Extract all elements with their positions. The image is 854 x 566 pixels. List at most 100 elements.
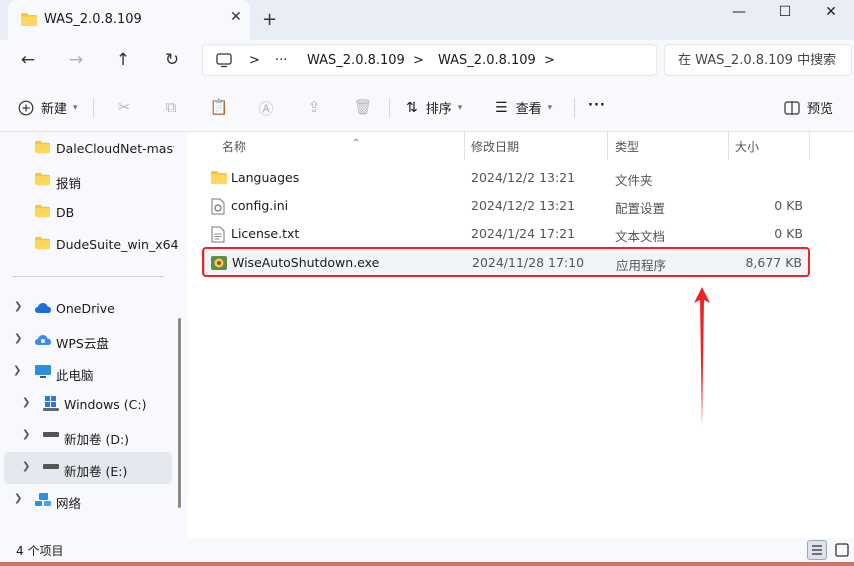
tiles-view-button[interactable]	[832, 540, 852, 560]
more-options-button[interactable]: ···	[588, 98, 606, 113]
nav-item-network[interactable]: ❯ 网络	[4, 484, 172, 516]
share-icon[interactable]: ⇪	[304, 98, 324, 116]
windows-drive-icon	[43, 396, 59, 411]
command-bar: 新建 ▾ ✂ ⧉ 📋 Ⓐ ⇪ 🗑 ⇅ 排序 ▾ ☰ 查看 ▾ ··· 预览	[0, 84, 854, 132]
copy-icon[interactable]: ⧉	[161, 98, 181, 116]
file-size: 0 KB	[774, 198, 803, 213]
monitor-icon	[216, 53, 232, 68]
column-header-name[interactable]: ⌃ 名称	[204, 132, 464, 160]
divider	[574, 98, 575, 118]
close-window-button[interactable]: ✕	[808, 0, 854, 28]
title-bar: WAS_2.0.8.109 ✕ + — ☐ ✕	[0, 0, 854, 40]
column-header-size[interactable]: 大小	[729, 132, 809, 160]
nav-item-reimbursement[interactable]: 报销	[4, 164, 172, 196]
chevron-right-icon[interactable]: ❯	[22, 461, 30, 472]
chevron-right-icon[interactable]: ❯	[14, 301, 22, 312]
nav-label: OneDrive	[56, 301, 115, 316]
maximize-button[interactable]: ☐	[762, 0, 808, 28]
chevron-right-icon[interactable]: ❯	[22, 429, 30, 440]
breadcrumb-ellipsis[interactable]: ···	[275, 53, 287, 68]
column-header-type[interactable]: 类型	[608, 132, 728, 160]
tab-was[interactable]: WAS_2.0.8.109 ✕	[8, 0, 250, 40]
new-button[interactable]: 新建 ▾	[18, 98, 78, 117]
nav-label: 新加卷 (E:)	[64, 464, 128, 479]
search-box[interactable]	[664, 44, 852, 76]
file-row[interactable]: License.txt 2024/1/24 17:21 文本文档 0 KB	[204, 220, 809, 248]
nav-label: 此电脑	[56, 368, 94, 383]
nav-label: DudeSuite_win_x64	[56, 237, 179, 252]
address-bar[interactable]: > ··· WAS_2.0.8.109 > WAS_2.0.8.109 >	[202, 44, 657, 76]
network-icon	[35, 493, 51, 506]
divider	[12, 276, 164, 277]
annotation-highlight-box	[202, 247, 810, 277]
folder-icon	[35, 172, 50, 186]
file-name: License.txt	[231, 226, 300, 241]
nav-item-drive-d[interactable]: ❯ 新加卷 (D:)	[4, 420, 172, 452]
minimize-button[interactable]: —	[716, 0, 762, 28]
preview-button[interactable]: 预览	[784, 98, 833, 117]
back-button[interactable]: ←	[16, 50, 40, 70]
up-button[interactable]: ↑	[111, 50, 135, 70]
file-date: 2024/12/2 13:21	[471, 198, 576, 213]
breadcrumb-item-2[interactable]: WAS_2.0.8.109	[438, 53, 536, 68]
tab-close-button[interactable]: ✕	[230, 9, 242, 25]
nav-item-db[interactable]: DB	[4, 196, 172, 228]
nav-item-drive-e[interactable]: ❯ 新加卷 (E:)	[4, 452, 172, 484]
nav-scrollbar[interactable]	[178, 318, 181, 508]
paste-icon[interactable]: 📋	[209, 98, 229, 116]
nav-item-dudesuite[interactable]: DudeSuite_win_x64	[4, 228, 179, 260]
nav-item-this-pc[interactable]: ❯ 此电脑	[4, 356, 172, 388]
chevron-down-icon: ▾	[73, 102, 78, 113]
preview-label: 预览	[807, 102, 834, 117]
details-view-button[interactable]	[807, 540, 827, 560]
breadcrumb-separator: >	[249, 53, 260, 68]
file-type: 文件夹	[615, 173, 653, 188]
column-divider[interactable]	[809, 132, 810, 160]
chevron-down-icon: ▾	[547, 102, 553, 113]
nav-label: 网络	[56, 496, 82, 511]
refresh-button[interactable]: ↻	[160, 50, 184, 70]
file-date: 2024/1/24 17:21	[471, 226, 576, 241]
drive-icon	[43, 464, 59, 469]
nav-label: DaleCloudNet-maste	[56, 141, 174, 156]
view-button[interactable]: ☰ 查看 ▾	[495, 98, 553, 118]
file-row[interactable]: config.ini 2024/12/2 13:21 配置设置 0 KB	[204, 192, 809, 220]
tab-title: WAS_2.0.8.109	[44, 12, 142, 27]
breadcrumb-item-1[interactable]: WAS_2.0.8.109	[307, 53, 405, 68]
item-count: 4 个项目	[16, 544, 64, 558]
folder-icon	[21, 13, 37, 26]
file-size: 0 KB	[774, 226, 803, 241]
search-input[interactable]	[678, 53, 848, 68]
nav-item-drive-c[interactable]: ❯ Windows (C:)	[4, 388, 172, 420]
sort-button[interactable]: ⇅ 排序 ▾	[406, 98, 462, 118]
chevron-right-icon[interactable]: ❯	[14, 493, 22, 504]
address-row: ← → ↑ ↻ > ··· WAS_2.0.8.109 > WAS_2.0.8.…	[0, 40, 854, 84]
cut-icon[interactable]: ✂	[114, 98, 134, 116]
nav-label: 报销	[56, 176, 82, 191]
nav-item-wps-cloud[interactable]: ❯ WPS云盘	[4, 324, 172, 356]
file-name: Languages	[231, 170, 300, 185]
chevron-right-icon[interactable]: ❯	[14, 333, 22, 344]
nav-item-dalecloudnet[interactable]: DaleCloudNet-maste	[4, 132, 174, 164]
forward-button[interactable]: →	[64, 50, 88, 70]
chevron-down-icon[interactable]: ❯	[13, 365, 21, 376]
column-header-date[interactable]: 修改日期	[465, 132, 607, 160]
column-label: 修改日期	[471, 140, 520, 154]
folder-icon	[35, 236, 50, 250]
breadcrumb-separator: >	[413, 53, 424, 68]
file-type: 文本文档	[615, 229, 666, 244]
nav-item-onedrive[interactable]: ❯ OneDrive	[4, 292, 172, 324]
rename-icon[interactable]: Ⓐ	[256, 98, 276, 119]
delete-icon[interactable]: 🗑	[353, 98, 373, 116]
divider	[93, 98, 94, 118]
breadcrumb-separator: >	[544, 53, 555, 68]
drive-icon	[43, 432, 59, 437]
new-tab-button[interactable]: +	[262, 9, 277, 30]
file-row[interactable]: Languages 2024/12/2 13:21 文件夹	[204, 164, 809, 192]
preview-pane-icon	[784, 100, 800, 115]
text-file-icon	[211, 226, 225, 243]
chevron-right-icon[interactable]: ❯	[22, 397, 30, 408]
file-list: ⌃ 名称 修改日期 类型 大小 Languages 2024/12/2 13:2…	[188, 132, 854, 538]
nav-label: 新加卷 (D:)	[64, 432, 130, 447]
folder-icon	[35, 204, 50, 218]
